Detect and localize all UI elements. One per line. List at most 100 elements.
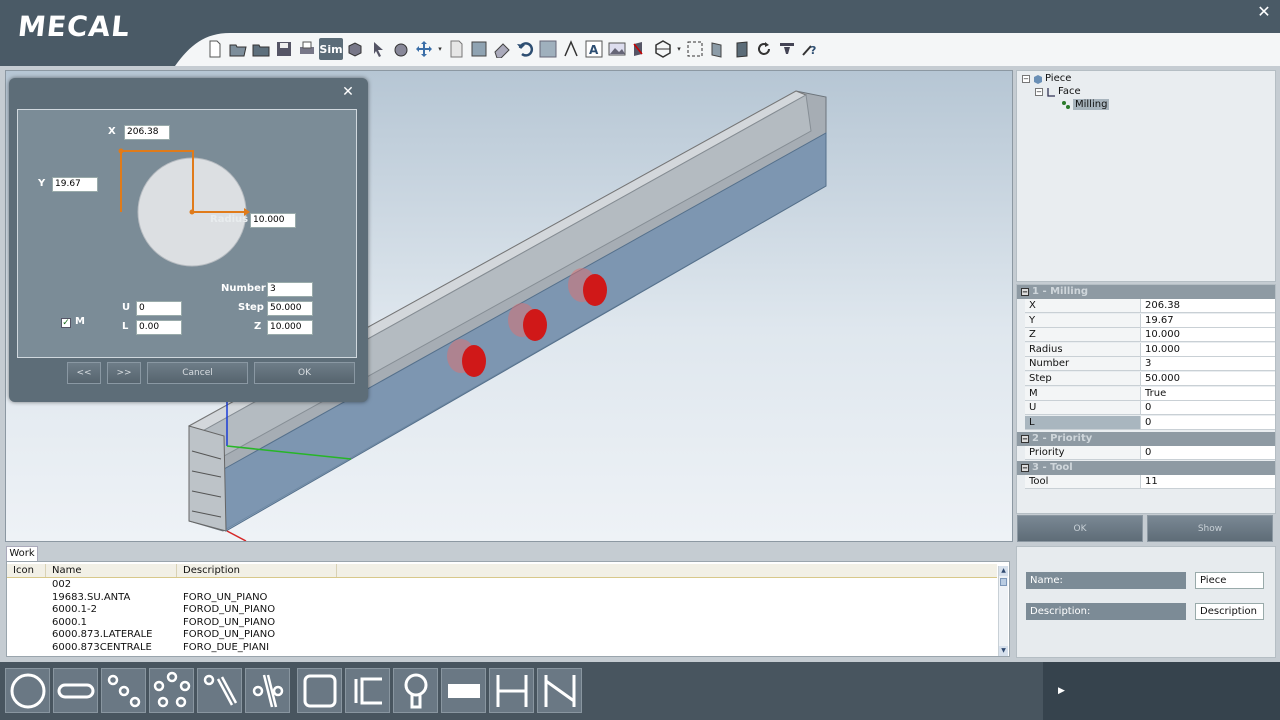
properties-ok-button[interactable]: OK (1017, 515, 1143, 542)
list-item[interactable]: 19683.SU.ANTA FORO_UN_PIANO (7, 592, 997, 605)
cube-icon[interactable] (652, 38, 674, 60)
slot-shape-icon[interactable] (53, 668, 98, 713)
render-icon[interactable] (537, 38, 559, 60)
ok-button[interactable]: OK (254, 362, 355, 384)
y-input[interactable]: 19.67 (52, 177, 98, 192)
prop-row[interactable]: X 206.38 (1025, 299, 1275, 313)
sim-button[interactable]: Sim (319, 38, 343, 60)
prop-row[interactable]: Y 19.67 (1025, 313, 1275, 328)
l-input[interactable]: 0.00 (136, 320, 182, 335)
scroll-thumb[interactable] (1000, 578, 1007, 586)
prop-value[interactable]: 10.000 (1141, 328, 1275, 343)
u-input[interactable]: 0 (136, 301, 182, 316)
circle-shape-icon[interactable] (5, 668, 50, 713)
scroll-down-icon[interactable]: ▼ (999, 646, 1008, 656)
name-field[interactable]: Piece (1195, 572, 1264, 589)
open-folder-icon[interactable] (227, 38, 249, 60)
cancel-button[interactable]: Cancel (147, 362, 248, 384)
collapse-icon-tool[interactable]: − (1021, 464, 1029, 472)
prop-value[interactable]: 11 (1141, 475, 1275, 489)
keyhole-shape-icon[interactable] (393, 668, 438, 713)
prop-value[interactable]: 50.000 (1141, 372, 1275, 386)
save-icon[interactable] (273, 38, 295, 60)
show-button[interactable]: Show (1147, 515, 1273, 542)
pointer-icon[interactable] (367, 38, 389, 60)
open-project-icon[interactable] (250, 38, 272, 60)
number-input[interactable]: 3 (267, 282, 313, 297)
list-item[interactable]: 6000.873CENTRALE FORO_DUE_PIANI (7, 642, 997, 655)
multi-drill-icon[interactable] (245, 668, 290, 713)
prop-row[interactable]: L0 (1025, 415, 1275, 430)
prop-value[interactable]: True (1141, 386, 1275, 401)
scroll-up-icon[interactable]: ▲ (999, 566, 1008, 576)
front-view-icon[interactable] (707, 38, 729, 60)
column-header-description[interactable]: Description (177, 564, 337, 577)
prop-value[interactable]: 0 (1141, 401, 1275, 416)
prop-row[interactable]: Radius 10.000 (1025, 342, 1275, 357)
tree-item-face[interactable]: − Face (1035, 86, 1081, 97)
x-input[interactable]: 206.38 (124, 125, 170, 140)
dialog-close-button[interactable]: ✕ (340, 84, 356, 100)
prop-value[interactable]: 10.000 (1141, 342, 1275, 357)
z-profile-icon[interactable] (537, 668, 582, 713)
settings-icon[interactable] (776, 38, 798, 60)
print-icon[interactable] (296, 38, 318, 60)
eraser-icon[interactable] (491, 38, 513, 60)
collapse-icon[interactable]: − (1022, 74, 1030, 83)
side-view-icon[interactable] (730, 38, 752, 60)
prop-value[interactable]: 19.67 (1141, 313, 1275, 328)
collapse-icon-milling[interactable]: − (1021, 288, 1029, 296)
radius-input[interactable]: 10.000 (250, 213, 296, 228)
filled-rectangle-icon[interactable] (441, 668, 486, 713)
face-select-icon[interactable] (629, 38, 651, 60)
drill-pattern-icon[interactable] (197, 668, 242, 713)
prop-value[interactable]: 0 (1141, 415, 1275, 430)
prop-value[interactable]: 206.38 (1141, 299, 1275, 313)
shade-icon[interactable] (468, 38, 490, 60)
prop-row[interactable]: Priority 0 (1025, 446, 1275, 460)
zoom-fit-icon[interactable] (684, 38, 706, 60)
column-header-name[interactable]: Name (46, 564, 177, 577)
previous-button[interactable]: << (67, 362, 101, 384)
h-profile-icon[interactable] (489, 668, 534, 713)
category-priority[interactable]: −2 - Priority (1017, 432, 1275, 446)
column-header-icon[interactable]: Icon (7, 564, 46, 577)
undo-icon[interactable] (514, 38, 536, 60)
next-button[interactable]: >> (107, 362, 141, 384)
work-list-scrollbar[interactable]: ▲ ▼ (998, 566, 1008, 656)
list-item[interactable]: 6000.1 FOROD_UN_PIANO (7, 617, 997, 630)
prop-row[interactable]: U0 (1025, 401, 1275, 416)
tree-item-piece[interactable]: − Piece (1022, 73, 1071, 84)
prop-value[interactable]: 0 (1141, 446, 1275, 460)
move-icon[interactable] (413, 38, 435, 60)
prop-value[interactable]: 3 (1141, 357, 1275, 372)
description-field[interactable]: Description (1195, 603, 1264, 620)
rectangle-shape-icon[interactable] (297, 668, 342, 713)
collapse-icon-face[interactable]: − (1035, 87, 1043, 96)
blank-page-icon[interactable] (445, 38, 467, 60)
prop-row[interactable]: Tool 11 (1025, 475, 1275, 489)
step-input[interactable]: 50.000 (267, 301, 313, 316)
new-file-icon[interactable] (204, 38, 226, 60)
list-item[interactable]: 6000.873.LATERALE FOROD_UN_PIANO (7, 629, 997, 642)
pan-hand-icon[interactable] (390, 38, 412, 60)
category-milling[interactable]: −1 - Milling (1017, 285, 1275, 299)
z-input[interactable]: 10.000 (267, 320, 313, 335)
next-arrow-button[interactable]: ▶ (1058, 685, 1070, 697)
help-icon[interactable]: ? (799, 38, 821, 60)
m-checkbox[interactable]: ✓ (61, 318, 71, 328)
prop-row[interactable]: Number 3 (1025, 357, 1275, 372)
list-item[interactable]: 6000.1-2 FOROD_UN_PIANO (7, 604, 997, 617)
prop-row[interactable]: M True (1025, 386, 1275, 401)
prop-row[interactable]: Step 50.000 (1025, 372, 1275, 386)
prop-row[interactable]: Z 10.000 (1025, 328, 1275, 343)
notch-shape-icon[interactable] (345, 668, 390, 713)
circular-holes-icon[interactable] (149, 668, 194, 713)
text-icon[interactable]: A (583, 38, 605, 60)
tree-item-milling[interactable]: Milling (1061, 99, 1110, 110)
close-app-button[interactable]: ✕ (1256, 4, 1272, 20)
dropdown-arrow-icon[interactable]: ▾ (436, 38, 444, 60)
3d-view-icon[interactable] (344, 38, 366, 60)
measure-icon[interactable] (560, 38, 582, 60)
category-tool[interactable]: −3 - Tool (1017, 461, 1275, 475)
